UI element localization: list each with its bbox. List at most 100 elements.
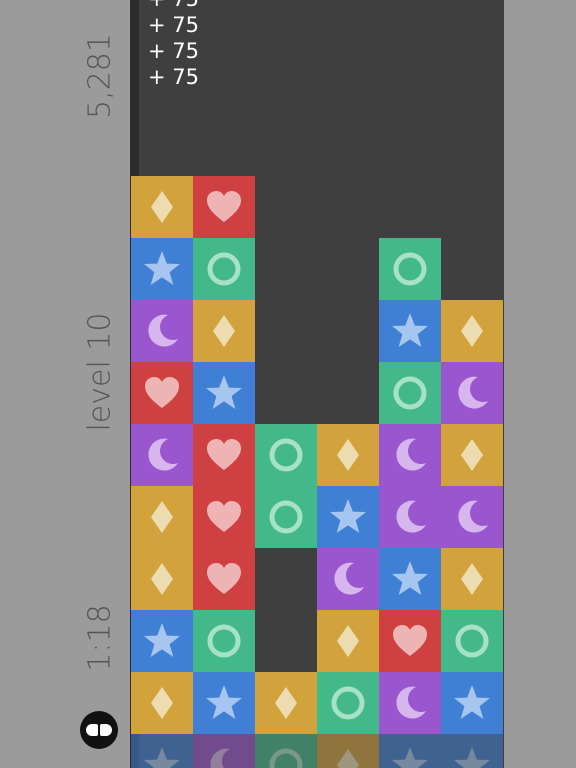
tile-yellow[interactable] <box>317 734 379 768</box>
tile-purple[interactable] <box>193 734 255 768</box>
tile-green[interactable] <box>193 610 255 672</box>
tile-green[interactable] <box>441 610 503 672</box>
moon-icon <box>458 376 488 409</box>
tile-yellow[interactable] <box>441 300 503 362</box>
tile-yellow[interactable] <box>441 424 503 486</box>
level-label: level 10 <box>82 312 118 432</box>
heart-icon <box>207 191 241 222</box>
tile-purple[interactable] <box>131 300 193 362</box>
tile-yellow[interactable] <box>317 610 379 672</box>
tile-blue[interactable] <box>441 734 503 768</box>
tile-red[interactable] <box>193 486 255 548</box>
diamond-icon <box>337 625 359 657</box>
tile-blue[interactable] <box>193 362 255 424</box>
star-icon <box>330 499 366 533</box>
tile-yellow[interactable] <box>131 486 193 548</box>
game-board[interactable]: + 75 + 75 + 75 + 75 <box>130 0 504 768</box>
tile-blue[interactable] <box>317 486 379 548</box>
tile-purple[interactable] <box>317 548 379 610</box>
star-icon <box>206 685 242 719</box>
ring-icon <box>455 624 489 658</box>
tile-green[interactable] <box>379 238 441 300</box>
diamond-icon <box>337 749 359 768</box>
tile-purple[interactable] <box>441 486 503 548</box>
tile-blue[interactable] <box>379 548 441 610</box>
star-icon <box>392 747 428 768</box>
tile-green[interactable] <box>255 424 317 486</box>
score-popups: + 75 + 75 + 75 + 75 <box>148 0 199 90</box>
tile-yellow[interactable] <box>255 672 317 734</box>
tile-purple[interactable] <box>379 672 441 734</box>
moon-icon <box>396 500 426 533</box>
tile-purple[interactable] <box>131 424 193 486</box>
star-icon <box>144 251 180 285</box>
ring-icon <box>269 438 303 472</box>
tile-yellow[interactable] <box>131 176 193 238</box>
score-popup: + 75 <box>148 0 199 12</box>
pause-icon-bar <box>100 724 112 736</box>
diamond-icon <box>461 439 483 471</box>
ring-icon <box>207 624 241 658</box>
tile-blue[interactable] <box>131 610 193 672</box>
moon-icon <box>148 314 178 347</box>
tile-yellow[interactable] <box>131 672 193 734</box>
star-icon <box>144 623 180 657</box>
heart-icon <box>207 439 241 470</box>
tile-red[interactable] <box>193 424 255 486</box>
diamond-icon <box>337 439 359 471</box>
star-icon <box>454 747 490 768</box>
ring-icon <box>331 686 365 720</box>
tile-blue[interactable] <box>131 238 193 300</box>
tile-red[interactable] <box>131 362 193 424</box>
tile-blue[interactable] <box>379 734 441 768</box>
moon-icon <box>334 562 364 595</box>
diamond-icon <box>151 191 173 223</box>
pause-icon <box>86 724 98 736</box>
tile-purple[interactable] <box>441 362 503 424</box>
tile-green[interactable] <box>379 362 441 424</box>
tile-yellow[interactable] <box>317 424 379 486</box>
heart-icon <box>207 563 241 594</box>
tile-purple[interactable] <box>379 424 441 486</box>
score-popup: + 75 <box>148 39 199 63</box>
moon-icon <box>396 686 426 719</box>
tile-purple[interactable] <box>379 486 441 548</box>
tile-red[interactable] <box>379 610 441 672</box>
moon-icon <box>148 438 178 471</box>
pause-button[interactable] <box>80 711 118 749</box>
tile-blue[interactable] <box>193 672 255 734</box>
diamond-icon <box>151 563 173 595</box>
diamond-icon <box>151 501 173 533</box>
heart-icon <box>145 377 179 408</box>
star-icon <box>144 747 180 768</box>
tile-green[interactable] <box>193 238 255 300</box>
ring-icon <box>207 252 241 286</box>
tile-yellow[interactable] <box>441 548 503 610</box>
tile-red[interactable] <box>193 548 255 610</box>
star-icon <box>392 313 428 347</box>
diamond-icon <box>461 563 483 595</box>
score-label: 5,281 <box>82 33 118 119</box>
tile-blue[interactable] <box>131 734 193 768</box>
tile-green[interactable] <box>255 734 317 768</box>
tile-red[interactable] <box>193 176 255 238</box>
moon-icon <box>396 438 426 471</box>
tile-green[interactable] <box>317 672 379 734</box>
diamond-icon <box>275 687 297 719</box>
score-popup: + 75 <box>148 65 199 89</box>
timer-label: 1:18 <box>82 604 118 672</box>
tile-yellow[interactable] <box>193 300 255 362</box>
tile-yellow[interactable] <box>131 548 193 610</box>
star-icon <box>206 375 242 409</box>
tile-blue[interactable] <box>379 300 441 362</box>
score-popup: + 75 <box>148 13 199 37</box>
tile-blue[interactable] <box>441 672 503 734</box>
ring-icon <box>269 748 303 768</box>
tile-green[interactable] <box>255 486 317 548</box>
diamond-icon <box>461 315 483 347</box>
ring-icon <box>393 376 427 410</box>
heart-icon <box>393 625 427 656</box>
ring-icon <box>269 500 303 534</box>
ring-icon <box>393 252 427 286</box>
heart-icon <box>207 501 241 532</box>
